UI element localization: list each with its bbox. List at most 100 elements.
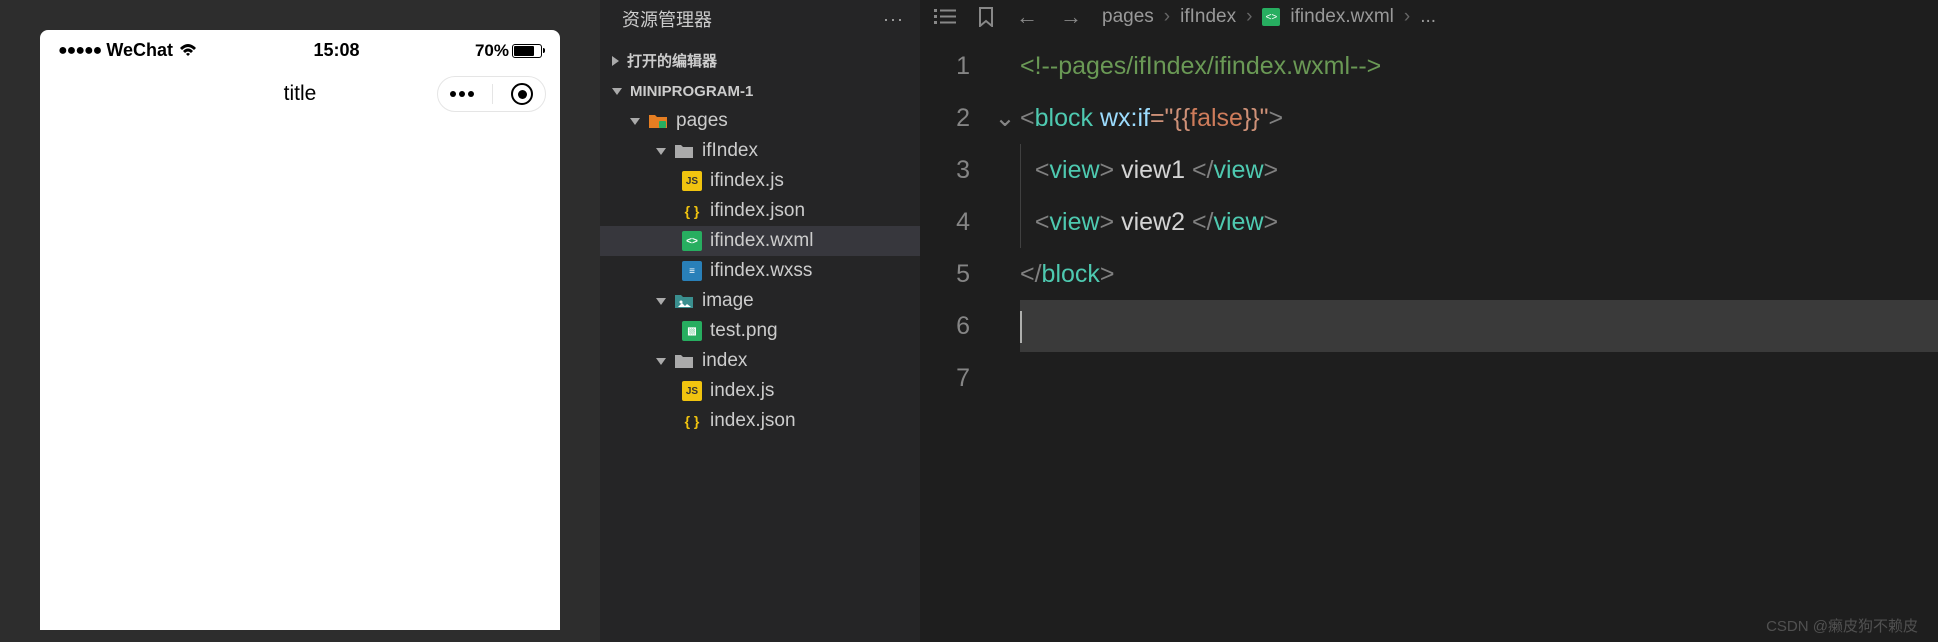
breadcrumb-item[interactable]: ifIndex [1180,6,1236,28]
line-number: 4 [920,196,970,248]
explorer-sidebar: 资源管理器 ··· 打开的编辑器 MINIPROGRAM-1 pages ifI… [600,0,920,642]
wxml-icon: <> [1262,8,1280,26]
breadcrumb-item[interactable]: pages [1102,6,1154,28]
code-area[interactable]: 1 2 3 4 5 6 7 ⌄ <!--pages/ifIndex/ifinde… [920,40,1938,642]
editor-top-bar: ← → pages › ifIndex › <> ifindex.wxml › … [920,0,1938,40]
phone-frame: ●●●●● WeChat 15:08 70% title [40,30,560,630]
chevron-down-icon [630,118,640,125]
more-icon[interactable]: ··· [883,9,904,30]
file-label: ifindex.wxml [710,230,813,252]
close-target-icon[interactable] [511,83,533,105]
status-bar: ●●●●● WeChat 15:08 70% [40,30,560,66]
file-index-json[interactable]: { } index.json [600,406,920,436]
watermark: CSDN @癞皮狗不赖皮 [1766,615,1918,636]
file-label: ifindex.js [710,170,784,192]
image-icon: ▧ [682,321,702,341]
json-icon: { } [682,201,702,221]
file-label: ifindex.wxss [710,260,812,282]
file-test-png[interactable]: ▧ test.png [600,316,920,346]
folder-image[interactable]: image [600,286,920,316]
folder-icon [648,112,668,130]
status-time: 15:08 [313,40,359,61]
file-ifindex-json[interactable]: { } ifindex.json [600,196,920,226]
chevron-right-icon: › [1404,6,1410,28]
fold-icon[interactable]: ⌄ [990,92,1020,144]
chevron-down-icon [656,298,666,305]
capsule-button[interactable] [437,76,546,112]
folder-pages[interactable]: pages [600,106,920,136]
breadcrumb[interactable]: pages › ifIndex › <> ifindex.wxml › ... [1102,6,1436,28]
folder-ifindex[interactable]: ifIndex [600,136,920,166]
file-index-js[interactable]: JS index.js [600,376,920,406]
nav-bar: title [40,66,560,122]
line-number: 5 [920,248,970,300]
folder-label: index [702,350,747,372]
breadcrumb-item[interactable]: ifindex.wxml [1290,6,1393,28]
list-icon[interactable] [934,8,956,26]
chevron-right-icon [612,56,619,66]
file-label: test.png [710,320,778,342]
chevron-down-icon [612,88,622,95]
code-line[interactable]: <view> view1 </view> [1020,144,1938,196]
project-label: MINIPROGRAM-1 [630,83,753,100]
project-section[interactable]: MINIPROGRAM-1 [600,77,920,106]
folder-image-icon [674,292,694,310]
code-line[interactable] [1020,352,1938,404]
json-icon: { } [682,411,702,431]
file-ifindex-wxml[interactable]: <> ifindex.wxml [600,226,920,256]
wxml-icon: <> [682,231,702,251]
status-left: ●●●●● WeChat [58,40,198,61]
wxss-icon: ≡ [682,261,702,281]
explorer-header: 资源管理器 ··· [600,0,920,44]
editor-pane: ← → pages › ifIndex › <> ifindex.wxml › … [920,0,1938,642]
capsule-divider [492,84,493,104]
nav-back-icon[interactable]: ← [1016,4,1038,30]
chevron-right-icon: › [1246,6,1252,28]
folder-icon [674,352,694,370]
js-icon: JS [682,381,702,401]
chevron-down-icon [656,148,666,155]
wifi-icon [178,43,198,58]
file-ifindex-wxss[interactable]: ≡ ifindex.wxss [600,256,920,286]
line-number: 6 [920,300,970,352]
open-editors-section[interactable]: 打开的编辑器 [600,44,920,77]
explorer-title: 资源管理器 [622,6,712,32]
file-label: index.js [710,380,774,402]
file-label: ifindex.json [710,200,805,222]
simulator-panel: ●●●●● WeChat 15:08 70% title [0,0,600,642]
open-editors-label: 打开的编辑器 [627,50,717,71]
status-right: 70% [475,41,542,61]
folder-index[interactable]: index [600,346,920,376]
fold-gutter: ⌄ [990,40,1020,642]
code-line[interactable]: <view> view2 </view> [1020,196,1938,248]
line-number: 1 [920,40,970,92]
code-line[interactable]: <!--pages/ifIndex/ifindex.wxml--> [1020,40,1938,92]
nav-forward-icon[interactable]: → [1060,4,1082,30]
cursor [1020,311,1022,343]
editor-top-icons: ← → [934,4,1082,30]
line-gutter: 1 2 3 4 5 6 7 [920,40,990,642]
code-line[interactable]: </block> [1020,248,1938,300]
battery-icon [512,44,542,58]
battery-percent: 70% [475,41,509,61]
chevron-right-icon: › [1164,6,1170,28]
code-line-current[interactable] [1020,300,1938,352]
folder-label: ifIndex [702,140,758,162]
line-number: 2 [920,92,970,144]
chevron-down-icon [656,358,666,365]
folder-label: image [702,290,754,312]
line-number: 3 [920,144,970,196]
file-label: index.json [710,410,796,432]
file-ifindex-js[interactable]: JS ifindex.js [600,166,920,196]
code-line[interactable]: <block wx:if="{{false}}"> [1020,92,1938,144]
js-icon: JS [682,171,702,191]
bookmark-icon[interactable] [978,7,994,27]
page-title: title [284,82,317,106]
folder-label: pages [676,110,728,132]
signal-icon: ●●●●● [58,42,101,60]
file-tree: pages ifIndex JS ifindex.js { } ifindex.… [600,106,920,642]
folder-icon [674,142,694,160]
breadcrumb-item[interactable]: ... [1420,6,1436,28]
code-lines[interactable]: <!--pages/ifIndex/ifindex.wxml--> <block… [1020,40,1938,642]
menu-icon[interactable] [450,91,474,97]
